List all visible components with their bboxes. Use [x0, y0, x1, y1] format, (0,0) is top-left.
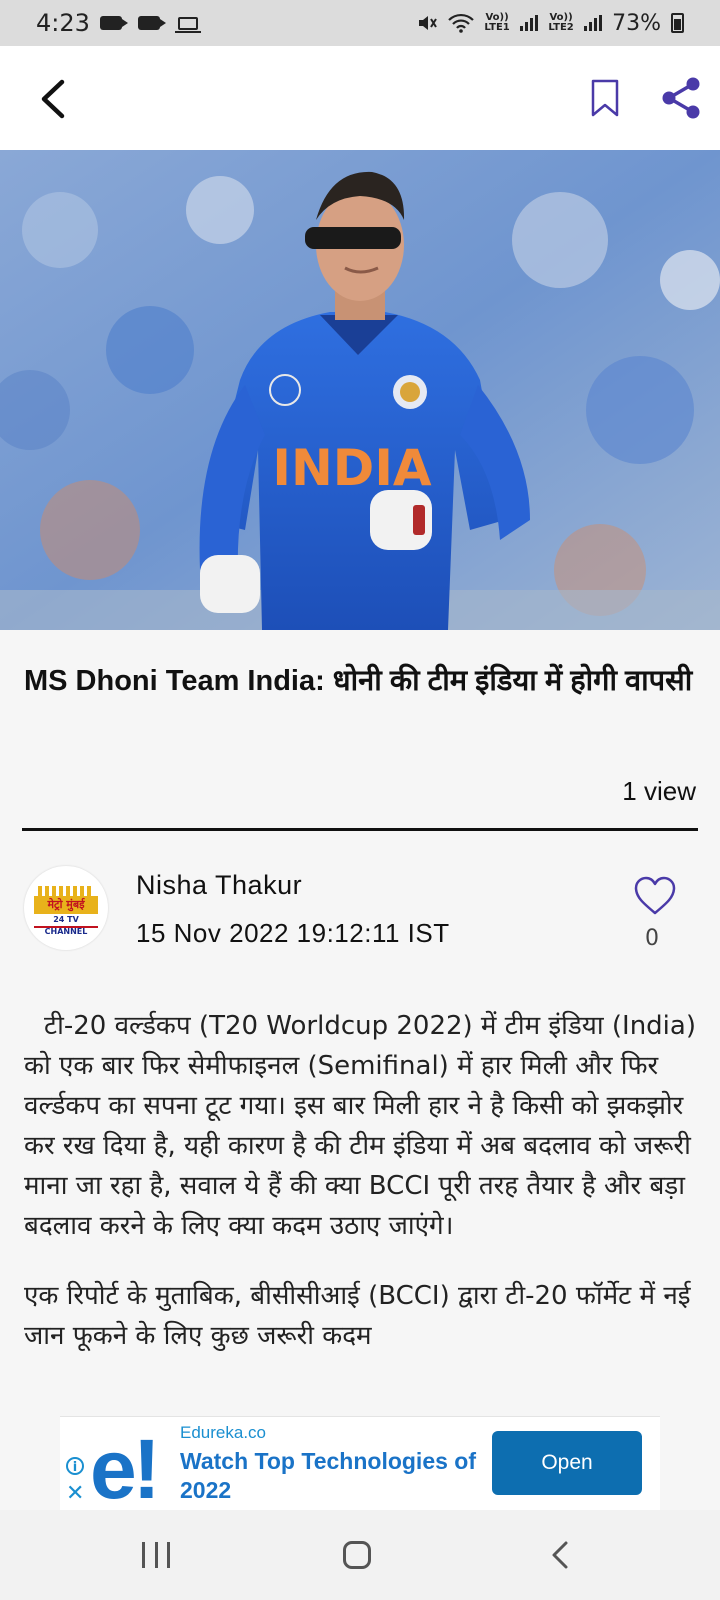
- battery-icon: [671, 13, 684, 33]
- signal-icon: [584, 15, 603, 31]
- signal-icon: [520, 15, 539, 31]
- heart-icon[interactable]: [633, 876, 677, 916]
- channel-logo-top: मेट्रो मुंबई: [34, 896, 98, 914]
- ad-headline[interactable]: Watch Top Technologies of 2022: [180, 1447, 480, 1505]
- view-count: 1 view: [622, 776, 696, 806]
- status-bar: 4:23 Vo)) LTE1 Vo)) LTE2 73%: [0, 0, 720, 46]
- bookmark-icon[interactable]: [590, 78, 620, 118]
- video-call-icon: [99, 16, 128, 30]
- share-icon[interactable]: [660, 76, 702, 120]
- ad-logo: e!: [90, 1422, 161, 1516]
- jersey-text: INDIA: [272, 439, 432, 497]
- article-hero-image: INDIA: [0, 150, 720, 630]
- like-count: 0: [645, 926, 659, 951]
- ad-open-button[interactable]: Open: [492, 1431, 642, 1495]
- article-body: टी-20 वर्ल्डकप (T20 Worldcup 2022) में ट…: [24, 1006, 700, 1386]
- battery-percent: 73%: [612, 10, 661, 36]
- article-title: MS Dhoni Team India: धोनी की टीम इंडिया …: [24, 665, 693, 697]
- divider: [22, 828, 698, 831]
- author-name[interactable]: Nisha Thakur: [136, 870, 302, 901]
- article-body-viewport[interactable]: टी-20 वर्ल्डकप (T20 Worldcup 2022) में ट…: [0, 980, 720, 1416]
- mute-icon: [419, 16, 437, 30]
- app-bar: [0, 46, 720, 150]
- paragraph: एक रिपोर्ट के मुताबिक, बीसीसीआई (BCCI) द…: [24, 1281, 691, 1351]
- close-icon[interactable]: ✕: [66, 1483, 84, 1505]
- chevron-left-icon[interactable]: [34, 76, 74, 122]
- publish-date: 15 Nov 2022 19:12:11 IST: [136, 918, 450, 948]
- laptop-icon: [174, 16, 201, 33]
- home-icon[interactable]: [343, 1541, 371, 1569]
- sim1-label: Vo)) LTE1: [484, 12, 510, 33]
- system-nav-bar: [0, 1510, 720, 1600]
- wifi-icon: [448, 13, 474, 33]
- recent-apps-icon[interactable]: [142, 1542, 170, 1568]
- hero-photo: INDIA: [0, 150, 720, 630]
- info-icon[interactable]: i: [66, 1457, 84, 1475]
- video-call-icon: [137, 16, 166, 30]
- channel-logo[interactable]: मेट्रो मुंबई 24 TV CHANNEL: [24, 866, 108, 950]
- paragraph: टी-20 वर्ल्डकप (T20 Worldcup 2022) में ट…: [24, 1011, 696, 1241]
- status-time: 4:23: [36, 9, 90, 37]
- ad-domain: Edureka.co: [180, 1423, 266, 1442]
- channel-logo-bottom: 24 TV CHANNEL: [34, 914, 98, 936]
- sim2-label: Vo)) LTE2: [548, 12, 574, 33]
- back-icon[interactable]: [548, 1540, 572, 1570]
- skyline-graphic: [38, 886, 94, 896]
- ad-banner[interactable]: i ✕ e! Edureka.co Watch Top Technologies…: [60, 1416, 660, 1511]
